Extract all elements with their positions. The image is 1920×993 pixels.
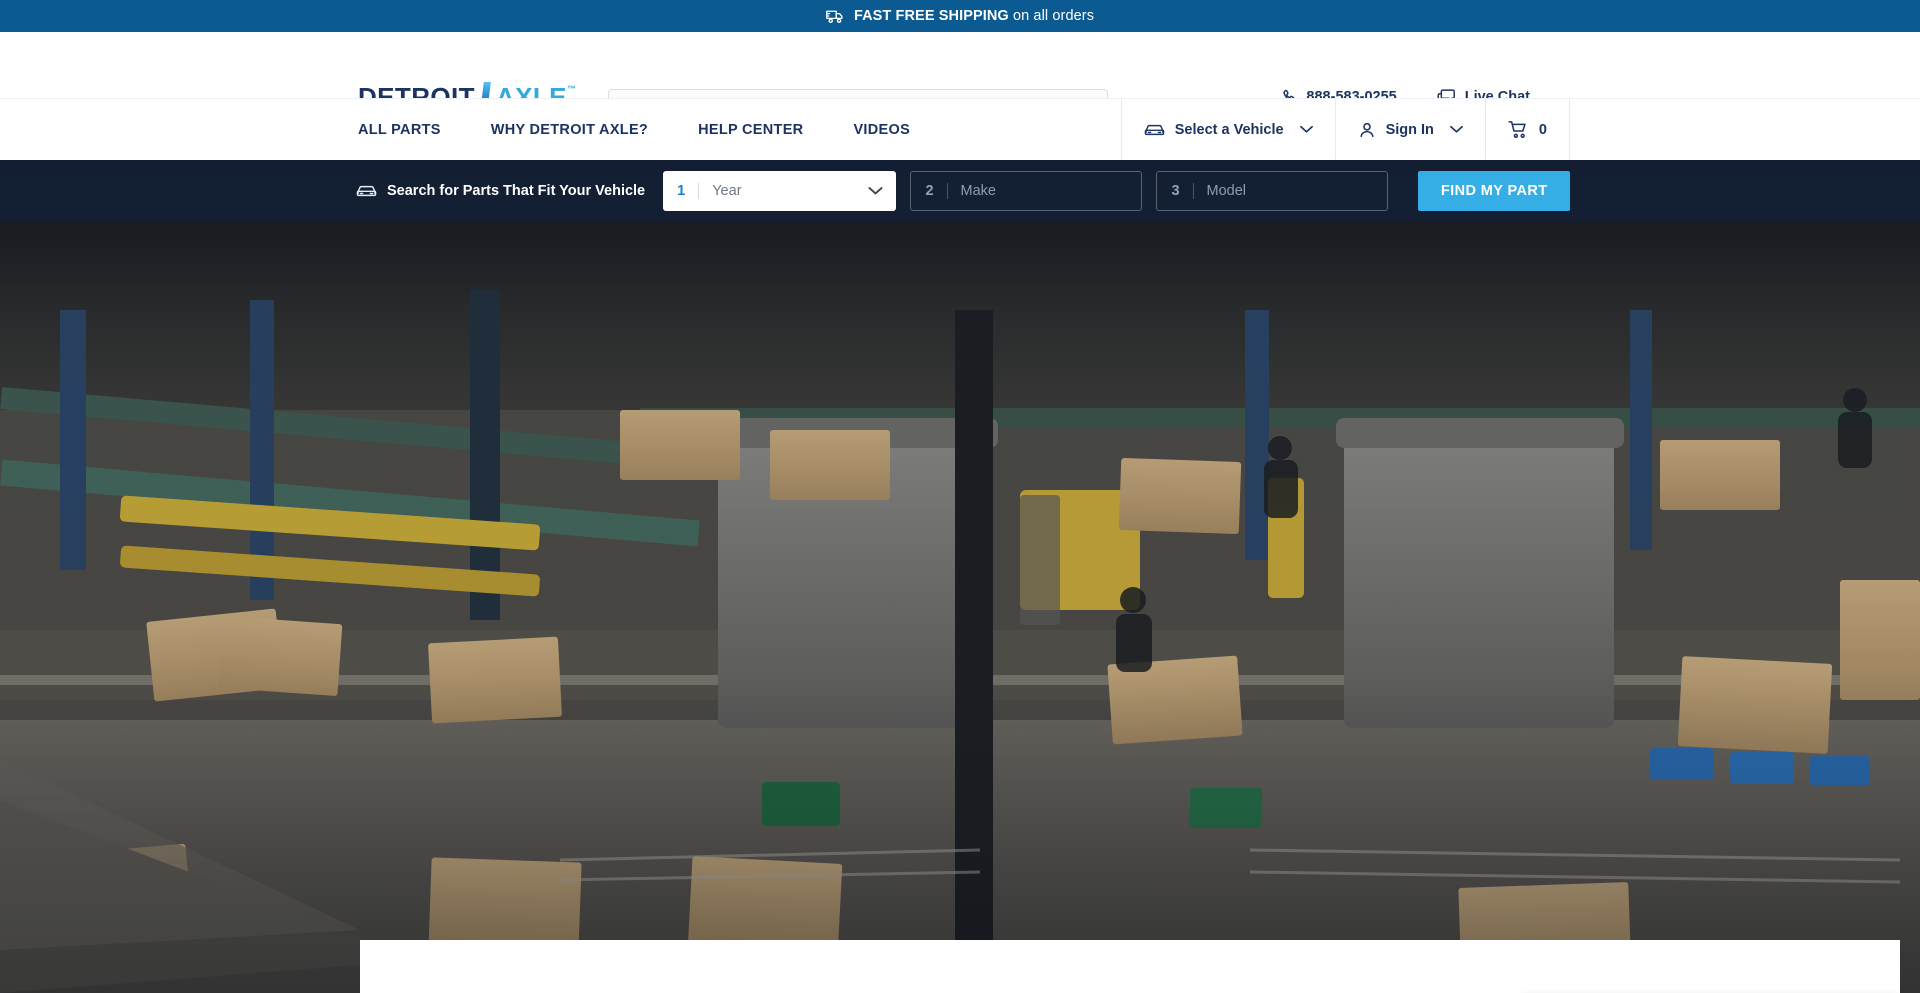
- car-front-icon: [356, 183, 377, 199]
- logo-trademark: ™: [566, 84, 576, 94]
- nav-item-all-parts[interactable]: ALL PARTS: [358, 122, 441, 138]
- chevron-down-icon: [868, 186, 883, 196]
- promo-text: FAST FREE SHIPPING on all orders: [854, 8, 1094, 24]
- cart-button[interactable]: 0: [1484, 99, 1570, 160]
- make-select-value: Make: [960, 183, 996, 199]
- delivery-truck-icon: [825, 8, 845, 24]
- vehicle-finder-bar: Search for Parts That Fit Your Vehicle 1…: [0, 160, 1920, 222]
- nav-utility-group: Select a Vehicle Sign In 0: [1120, 99, 1570, 160]
- cart-icon: [1508, 120, 1529, 139]
- promo-banner: FAST FREE SHIPPING on all orders: [0, 0, 1920, 32]
- year-step-number: 1: [677, 183, 700, 199]
- nav-item-why-detroit-axle[interactable]: WHY DETROIT AXLE?: [491, 122, 648, 138]
- vehicle-finder-title: Search for Parts That Fit Your Vehicle: [387, 183, 646, 199]
- promo-rest-text: on all orders: [1008, 8, 1095, 24]
- nav-item-videos[interactable]: VIDEOS: [853, 122, 910, 138]
- model-select[interactable]: 3 Model: [1156, 171, 1389, 211]
- nav-item-help-center[interactable]: HELP CENTER: [698, 122, 803, 138]
- site-header: DETROIT AXLE ™ 888-583-0255: [0, 32, 1920, 125]
- chevron-down-icon: [1299, 125, 1313, 134]
- promo-bold-text: FAST FREE SHIPPING: [853, 8, 1009, 24]
- car-icon: [1144, 122, 1165, 138]
- model-select-value: Model: [1206, 183, 1247, 199]
- content-section-panel: [360, 940, 1900, 993]
- year-select[interactable]: 1 Year: [663, 171, 897, 211]
- nav-links-group: ALL PARTS WHY DETROIT AXLE? HELP CENTER …: [358, 99, 910, 160]
- model-step-number: 3: [1171, 183, 1194, 199]
- find-my-part-button[interactable]: FIND MY PART: [1418, 171, 1570, 211]
- chevron-down-icon: [1450, 125, 1463, 134]
- make-select[interactable]: 2 Make: [910, 171, 1143, 211]
- cart-count: 0: [1538, 121, 1547, 138]
- year-select-value: Year: [712, 183, 742, 199]
- user-icon: [1358, 121, 1376, 139]
- main-navigation: ALL PARTS WHY DETROIT AXLE? HELP CENTER …: [0, 98, 1920, 160]
- sign-in-button[interactable]: Sign In: [1334, 99, 1485, 160]
- select-a-vehicle-label: Select a Vehicle: [1174, 121, 1284, 138]
- sign-in-label: Sign In: [1385, 121, 1434, 138]
- make-step-number: 2: [925, 183, 948, 199]
- select-a-vehicle-button[interactable]: Select a Vehicle: [1120, 99, 1335, 160]
- hero-section: Search for Parts That Fit Your Vehicle 1…: [0, 160, 1920, 993]
- hero-dark-overlay: [0, 160, 1920, 993]
- vehicle-finder-title-group: Search for Parts That Fit Your Vehicle: [356, 183, 645, 199]
